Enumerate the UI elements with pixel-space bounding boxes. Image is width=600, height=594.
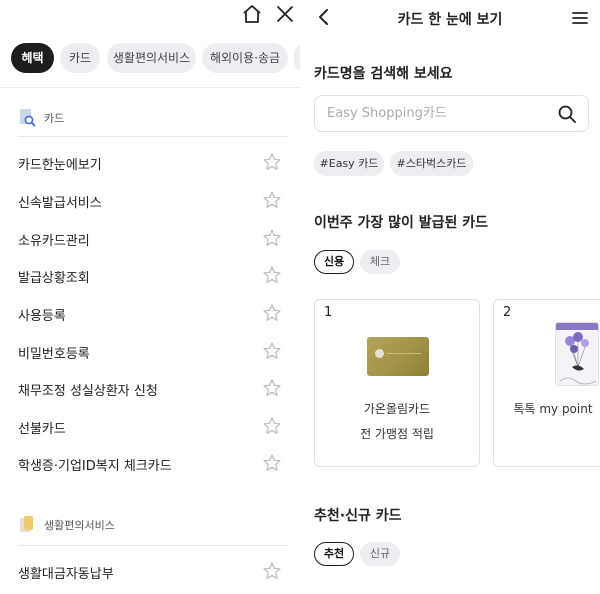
section-header-card: 카드 — [18, 108, 288, 128]
menu-item-card-overview[interactable]: 카드한눈에보기 — [18, 151, 288, 175]
menu-item-label: 카드한눈에보기 — [18, 158, 102, 173]
app-header: 카드 한 눈에 보기 — [300, 0, 600, 36]
section-title: 생활편의서비스 — [44, 519, 115, 532]
menu-item-label: 비밀번호등록 — [18, 347, 90, 362]
menu-item-password-registration[interactable]: 비밀번호등록 — [18, 340, 288, 364]
section-title: 카드 — [44, 112, 65, 125]
menu-item-label: 생활대금자동납부 — [18, 567, 114, 582]
menu-item-auto-payment[interactable]: 생활대금자동납부 — [18, 560, 288, 584]
hashtag-easy-card[interactable]: #Easy 카드 — [314, 151, 384, 176]
side-menu-panel: 혜택 카드 생활편의서비스 해외이용·송금 카드 카드한눈에보기 신속발급서비스… — [0, 0, 300, 594]
popular-card-item[interactable]: 2 톡톡 my point — [493, 299, 600, 467]
menu-item-debt-adjustment[interactable]: 채무조정 성실상환자 신청 — [18, 377, 288, 401]
menu-item-label: 사용등록 — [18, 309, 66, 324]
hamburger-menu-icon[interactable] — [570, 8, 590, 28]
toggle-credit[interactable]: 신용 — [314, 250, 354, 274]
section-divider — [18, 136, 288, 137]
star-icon[interactable] — [262, 228, 282, 248]
card-name: 톡톡 my point — [513, 402, 593, 416]
popular-card-item[interactable]: 1 가온올림카드 전 가맹점 적립 — [314, 299, 480, 467]
toggle-new[interactable]: 신규 — [360, 542, 400, 566]
menu-item-usage-registration[interactable]: 사용등록 — [18, 302, 288, 326]
chip-overseas[interactable]: 해외이용·송금 — [202, 43, 288, 73]
star-icon[interactable] — [262, 416, 282, 436]
card-stripe-graphic — [387, 353, 421, 354]
card-name: 가온올림카드 — [363, 402, 431, 416]
search-box — [314, 95, 589, 132]
card-image — [555, 322, 599, 386]
chip-benefit[interactable]: 혜택 — [11, 43, 54, 73]
card-overview-screen: 카드 한 눈에 보기 카드명을 검색해 보세요 #Easy 카드 #스타벅스카드… — [300, 0, 600, 594]
popular-type-toggle: 신용 체크 — [314, 250, 514, 274]
menu-item-issue-status[interactable]: 발급상황조회 — [18, 264, 288, 288]
section-header-life-service: 생활편의서비스 — [18, 515, 288, 535]
close-icon[interactable] — [274, 3, 296, 25]
recommend-type-toggle: 추천 신규 — [314, 542, 514, 566]
life-service-icon — [20, 516, 33, 532]
card-benefit: 전 가맹점 적립 — [360, 427, 434, 441]
star-icon[interactable] — [262, 561, 282, 581]
chip-card[interactable]: 카드 — [60, 43, 100, 73]
search-section-title: 카드명을 검색해 보세요 — [314, 66, 453, 82]
menu-item-student-id-card[interactable]: 학생증·기업ID복지 체크카드 — [18, 452, 288, 476]
chip-life-service[interactable]: 생활편의서비스 — [107, 43, 196, 73]
search-icon[interactable] — [557, 104, 577, 124]
section-divider — [18, 545, 288, 546]
balloon-illustration — [556, 323, 598, 385]
toggle-recommended[interactable]: 추천 — [314, 542, 354, 566]
menu-item-label: 발급상황조회 — [18, 271, 90, 286]
page-title: 카드 한 눈에 보기 — [397, 12, 503, 28]
recommend-section-title: 추천·신규 카드 — [314, 508, 402, 524]
star-icon[interactable] — [262, 265, 282, 285]
popular-section-title: 이번주 가장 많이 발급된 카드 — [314, 215, 489, 231]
star-icon[interactable] — [262, 378, 282, 398]
hashtag-list: #Easy 카드 #스타벅스카드 — [314, 151, 600, 176]
menu-item-owned-cards[interactable]: 소유카드관리 — [18, 227, 288, 251]
card-search-icon — [20, 109, 36, 127]
divider — [0, 87, 300, 88]
card-search-input[interactable] — [327, 96, 547, 131]
home-icon[interactable] — [241, 3, 263, 25]
card-chip-graphic — [375, 349, 384, 358]
card-image — [367, 337, 429, 376]
hashtag-starbucks-card[interactable]: #스타벅스카드 — [390, 151, 473, 176]
star-icon[interactable] — [262, 341, 282, 361]
toggle-check[interactable]: 체크 — [360, 250, 400, 274]
star-icon[interactable] — [262, 152, 282, 172]
menu-item-prepaid-card[interactable]: 선불카드 — [18, 415, 288, 439]
star-icon[interactable] — [262, 303, 282, 323]
menu-item-label: 선불카드 — [18, 422, 66, 437]
menu-item-label: 채무조정 성실상환자 신청 — [18, 384, 158, 399]
menu-item-quick-issue[interactable]: 신속발급서비스 — [18, 189, 288, 213]
star-icon[interactable] — [262, 190, 282, 210]
card-rank: 1 — [324, 305, 333, 320]
menu-item-label: 학생증·기업ID복지 체크카드 — [18, 459, 172, 474]
star-icon[interactable] — [262, 453, 282, 473]
category-chips: 혜택 카드 생활편의서비스 해외이용·송금 — [0, 43, 300, 73]
menu-item-label: 소유카드관리 — [18, 234, 90, 249]
menu-item-label: 신속발급서비스 — [18, 196, 102, 211]
menu-top-bar — [0, 0, 300, 30]
card-rank: 2 — [503, 305, 512, 320]
